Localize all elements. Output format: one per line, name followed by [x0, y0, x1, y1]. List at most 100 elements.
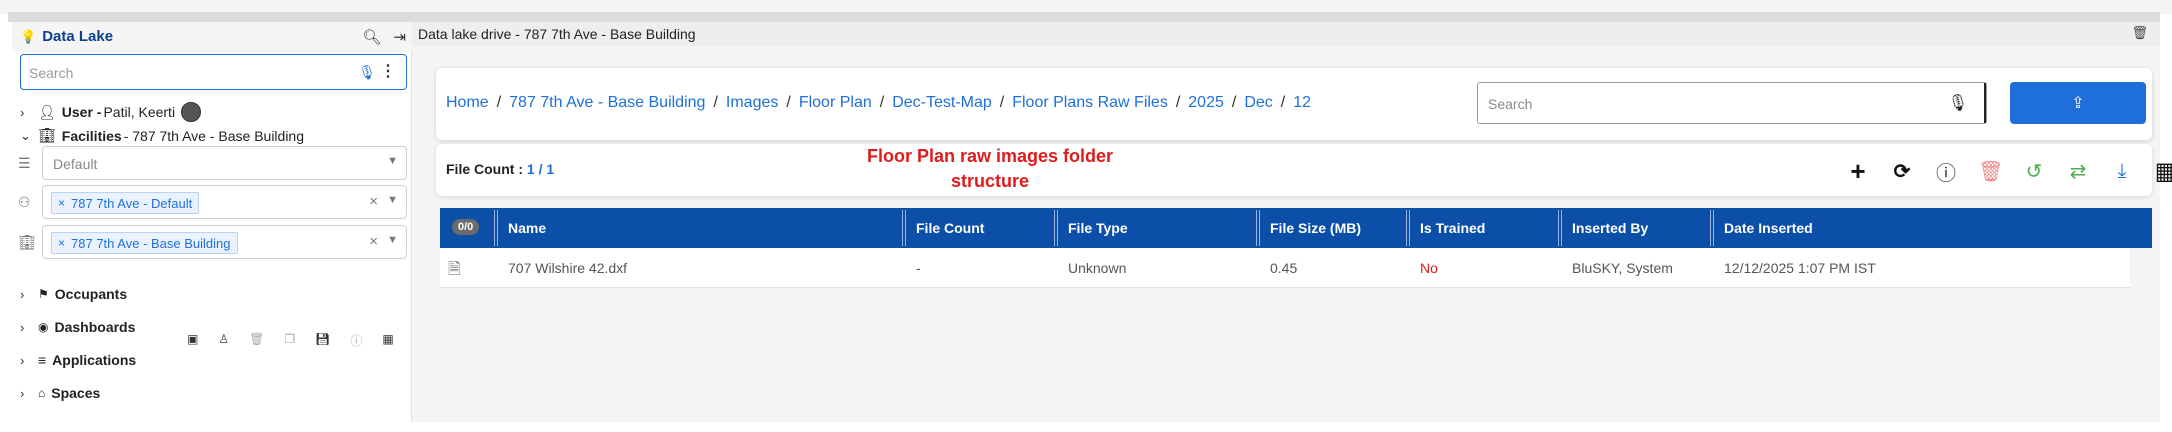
breadcrumb-day[interactable]: 12: [1293, 94, 1311, 112]
file-search-box: 🎙︎: [1477, 82, 1987, 124]
building-select[interactable]: × 787 7th Ave - Base Building × ▼: [42, 225, 407, 259]
column-divider[interactable]: [902, 210, 906, 246]
annotation-line-1: Floor Plan raw images folder: [866, 146, 1114, 166]
occupants-label: Occupants: [54, 286, 128, 302]
user-label: User -: [61, 104, 102, 120]
search-icon[interactable]: 🔍︎: [362, 28, 381, 46]
microphone-icon[interactable]: 🎙︎: [1948, 93, 1968, 113]
lightbulb-icon: 💡: [20, 28, 37, 44]
breadcrumb-month[interactable]: Dec: [1244, 94, 1272, 112]
refresh-icon[interactable]: ⟳: [1890, 159, 1914, 184]
add-icon[interactable]: +: [1846, 156, 1870, 187]
file-search-input[interactable]: [1488, 94, 1928, 114]
column-divider[interactable]: [1558, 210, 1562, 246]
tree-item-applications[interactable]: › ≡ Applications: [20, 352, 136, 368]
breadcrumb: Home / 787 7th Ave - Base Building / Ima…: [446, 94, 1311, 112]
breadcrumb-home[interactable]: Home: [446, 94, 489, 112]
file-toolbar: + ⟳ ⓘ 🗑︎ ↺ ⇄ ⤓ ▦: [1846, 156, 2172, 187]
table-row[interactable]: 🗎 707 Wilshire 42.dxf - Unknown 0.45 No …: [440, 248, 2130, 288]
chevron-down-icon[interactable]: ⌄: [20, 128, 32, 144]
dashboard-icon: ◉: [38, 320, 49, 334]
tree-item-facilities[interactable]: ⌄ 🏢︎ Facilities - 787 7th Ave - Base Bui…: [20, 127, 304, 144]
file-count-label: File Count :: [446, 161, 527, 177]
tag-remove-icon[interactable]: ×: [58, 196, 65, 210]
grid-icon[interactable]: ▦: [382, 332, 393, 349]
floor-tag: × 787 7th Ave - Default: [51, 192, 200, 214]
cell-date-inserted: 12/12/2025 1:07 PM IST: [1724, 260, 1876, 276]
breadcrumb-building[interactable]: 787 7th Ave - Base Building: [509, 94, 705, 112]
column-header-file-type[interactable]: File Type: [1068, 220, 1128, 236]
copy-icon[interactable]: ❐: [284, 332, 295, 349]
column-header-inserted-by[interactable]: Inserted By: [1572, 220, 1648, 236]
breadcrumb-separator: /: [713, 94, 718, 111]
selection-badge[interactable]: 0/0: [452, 219, 480, 235]
upload-button[interactable]: ⇪: [2010, 82, 2146, 124]
breadcrumb-year[interactable]: 2025: [1188, 94, 1224, 112]
tree-item-user[interactable]: › 👤︎ User - Patil, Keerti: [20, 102, 202, 122]
column-divider[interactable]: [1406, 210, 1410, 246]
column-divider[interactable]: [1256, 210, 1260, 246]
microphone-icon[interactable]: 🎙︎: [358, 64, 376, 81]
download-icon[interactable]: ⤓: [2110, 160, 2134, 183]
caret-down-icon[interactable]: ▼: [387, 194, 398, 206]
cell-name[interactable]: 707 Wilshire 42.dxf: [508, 260, 627, 276]
annotation-text: Floor Plan raw images folder structure: [840, 144, 1140, 194]
column-header-name[interactable]: Name: [508, 220, 546, 236]
column-divider[interactable]: [1054, 210, 1058, 246]
list-icon: ≡: [38, 352, 47, 368]
sidebar-title-text: Data Lake: [42, 28, 114, 45]
caret-down-icon[interactable]: ▼: [387, 155, 398, 167]
column-header-file-size[interactable]: File Size (MB): [1270, 220, 1361, 236]
default-select[interactable]: Default ▼: [42, 146, 407, 180]
chevron-right-icon[interactable]: ›: [20, 353, 32, 368]
caret-down-icon[interactable]: ▼: [387, 234, 398, 246]
chevron-right-icon[interactable]: ›: [20, 320, 32, 335]
clear-icon[interactable]: ×: [369, 193, 378, 210]
trash-icon[interactable]: 🗑︎: [2131, 25, 2148, 41]
breadcrumb-separator: /: [496, 94, 502, 111]
building-tag: × 787 7th Ave - Base Building: [51, 232, 238, 254]
trash-icon[interactable]: 🗑︎: [249, 332, 264, 349]
breadcrumb-images[interactable]: Images: [726, 94, 778, 112]
annotation-line-2: structure: [950, 171, 1030, 191]
person-icon[interactable]: ♙: [218, 332, 229, 349]
breadcrumb-raw-files[interactable]: Floor Plans Raw Files: [1012, 94, 1168, 112]
applications-label: Applications: [52, 352, 137, 368]
cell-file-type: Unknown: [1068, 260, 1127, 276]
breadcrumb-separator: /: [786, 94, 791, 111]
breadcrumb-floor-plan[interactable]: Floor Plan: [799, 94, 872, 112]
chevron-right-icon[interactable]: ›: [20, 105, 32, 120]
info-icon[interactable]: ⓘ: [350, 332, 362, 349]
column-divider[interactable]: [1710, 210, 1714, 246]
main-panel: Data lake drive - 787 7th Ave - Base Bui…: [412, 22, 2172, 422]
sidebar-header: 💡 Data Lake 🔍︎ ⇥: [12, 22, 412, 52]
grid-view-icon[interactable]: ▦: [2154, 157, 2172, 186]
more-vertical-icon[interactable]: ⋮: [380, 61, 396, 81]
column-divider[interactable]: [494, 210, 498, 246]
tree-item-dashboards[interactable]: › ◉ Dashboards: [20, 319, 135, 335]
tree-item-occupants[interactable]: › ⚑ Occupants: [20, 286, 127, 302]
move-icon[interactable]: ⇄: [2066, 159, 2090, 184]
clear-icon[interactable]: ×: [369, 233, 378, 250]
info-icon[interactable]: ⓘ: [1934, 157, 1958, 186]
column-header-is-trained[interactable]: Is Trained: [1420, 220, 1485, 236]
trash-icon[interactable]: 🗑︎: [1978, 159, 2003, 184]
chevron-right-icon[interactable]: ›: [20, 287, 32, 302]
spaces-icon: ⌂: [38, 386, 46, 400]
dashboards-label: Dashboards: [54, 319, 136, 335]
breadcrumb-card: Home / 787 7th Ave - Base Building / Ima…: [436, 68, 2152, 140]
save-icon[interactable]: 💾︎: [315, 332, 330, 349]
cell-file-count: -: [916, 260, 921, 276]
floor-select[interactable]: × 787 7th Ave - Default × ▼: [42, 185, 407, 219]
calendar-icon[interactable]: ▣: [187, 332, 198, 349]
undo-icon[interactable]: ↺: [2022, 159, 2046, 184]
column-header-file-count[interactable]: File Count: [916, 220, 984, 236]
column-header-date-inserted[interactable]: Date Inserted: [1724, 220, 1813, 236]
sign-in-icon[interactable]: ⇥: [393, 28, 406, 46]
tree-item-spaces[interactable]: › ⌂ Spaces: [20, 385, 100, 401]
chevron-right-icon[interactable]: ›: [20, 386, 32, 401]
sidebar-search-input[interactable]: [29, 63, 349, 83]
breadcrumb-dec-test-map[interactable]: Dec-Test-Map: [892, 94, 992, 112]
tag-remove-icon[interactable]: ×: [58, 236, 65, 250]
avatar: [181, 102, 202, 122]
